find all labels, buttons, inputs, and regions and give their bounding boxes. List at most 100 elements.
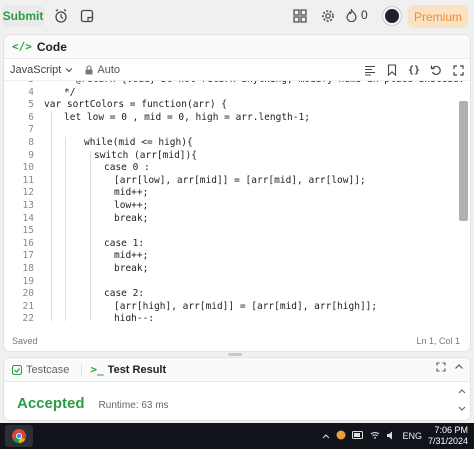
language-select[interactable]: JavaScript — [10, 64, 73, 76]
code-line[interactable]: 17 mid++; — [4, 250, 458, 263]
line-number: 7 — [28, 124, 34, 136]
code-line[interactable]: 9 switch (arr[mid]){ — [4, 150, 458, 163]
code-line[interactable]: 20 case 2: — [4, 288, 458, 301]
code-text: [arr[high], arr[mid]] = [arr[mid], arr[h… — [114, 300, 378, 312]
expand-icon[interactable] — [450, 62, 466, 78]
top-toolbar: Submit 0 Premium — [0, 0, 474, 34]
panel-actions — [436, 362, 464, 375]
panel-resize-handle[interactable] — [228, 353, 242, 356]
line-number: 14 — [22, 212, 34, 224]
line-number: 19 — [22, 275, 34, 287]
leetcode-window: Submit 0 Premium </> Code JavaScript Aut… — [0, 0, 474, 449]
runtime-value: Runtime: 63 ms — [98, 400, 169, 411]
code-status-bar: Saved Ln 1, Col 1 — [4, 331, 470, 351]
tab-divider — [81, 363, 83, 376]
code-line[interactable]: 12 mid++; — [4, 187, 458, 200]
line-number: 11 — [22, 174, 34, 186]
code-text: case 0 : — [104, 162, 150, 174]
submit-button[interactable]: Submit — [2, 5, 44, 27]
code-text: while(mid <= high){ — [84, 137, 193, 148]
code-text: high--; — [114, 313, 155, 321]
saved-status: Saved — [12, 336, 38, 346]
cursor-position: Ln 1, Col 1 — [416, 336, 460, 346]
line-number: 20 — [22, 288, 34, 300]
alarm-clock-icon[interactable] — [50, 6, 72, 26]
battery-icon[interactable] — [352, 431, 364, 441]
avatar[interactable] — [383, 7, 401, 25]
code-line[interactable]: 16 case 1: — [4, 238, 458, 251]
collapse-panel-icon[interactable] — [454, 362, 464, 375]
code-line[interactable]: 15 — [4, 225, 458, 238]
line-number: 21 — [22, 300, 34, 312]
code-text: [arr[low], arr[mid]] = [arr[mid], arr[lo… — [114, 174, 366, 186]
result-scroll-arrows[interactable] — [458, 388, 466, 412]
code-text: case 1: — [104, 237, 145, 249]
reset-icon[interactable] — [428, 62, 444, 78]
code-line[interactable]: 18 break; — [4, 263, 458, 276]
code-line[interactable]: 8 while(mid <= high){ — [4, 137, 458, 150]
chevron-up-icon[interactable] — [322, 431, 330, 441]
line-number: 16 — [22, 237, 34, 249]
code-toolbar: JavaScript Auto {} — [4, 59, 470, 81]
code-text: var sortColors = function(arr) { — [44, 99, 228, 111]
code-line[interactable]: 10 case 0 : — [4, 162, 458, 175]
expand-panel-icon[interactable] — [436, 362, 446, 375]
line-number: 9 — [28, 149, 34, 161]
code-line[interactable]: 19 — [4, 276, 458, 289]
code-line[interactable]: 14 break; — [4, 213, 458, 226]
bookmark-icon[interactable] — [384, 62, 400, 78]
code-line[interactable]: 21 [arr[high], arr[mid]] = [arr[mid], arr… — [4, 301, 458, 314]
code-text: let low = 0 , mid = 0, high = arr.length… — [64, 111, 310, 123]
code-text: break; — [114, 263, 149, 274]
streak-count: 0 — [361, 8, 368, 22]
language-indicator[interactable]: ENG — [402, 431, 422, 441]
line-number: 4 — [28, 86, 34, 98]
editor-actions: {} — [362, 62, 466, 78]
layout-icon[interactable] — [289, 6, 311, 26]
code-text: case 2: — [104, 288, 145, 300]
code-panel: </> Code JavaScript Auto {} 4 */ 5 var s… — [3, 34, 471, 352]
braces-icon[interactable]: {} — [406, 62, 422, 78]
tab-testcase[interactable]: Testcase — [12, 364, 69, 376]
code-line[interactable]: 4 */ — [4, 87, 458, 100]
code-line[interactable]: 13 low++; — [4, 200, 458, 213]
tab-test-result-label: Test Result — [107, 363, 167, 376]
fire-icon — [346, 8, 357, 22]
system-tray: ENG 7:06 PM 7/31/2024 — [322, 423, 468, 449]
format-lines-icon[interactable] — [362, 62, 378, 78]
note-icon[interactable] — [76, 6, 98, 26]
status-accepted: Accepted — [17, 395, 85, 412]
result-summary: Accepted Runtime: 63 ms — [17, 395, 169, 412]
premium-button[interactable]: Premium — [408, 5, 468, 28]
code-icon: </> — [12, 40, 32, 53]
code-text: mid++; — [114, 250, 149, 262]
bottom-tabs: Testcase >_ Test Result — [4, 358, 470, 382]
editor-scrollbar[interactable] — [459, 101, 468, 221]
code-text: break; — [114, 212, 149, 224]
wifi-icon[interactable] — [370, 431, 380, 441]
code-text: switch (arr[mid]){ — [94, 149, 197, 161]
auto-save-indicator: Auto — [85, 64, 120, 76]
code-line[interactable]: 6 let low = 0 , mid = 0, high = arr.lengt… — [4, 112, 458, 125]
clock-time: 7:06 PM — [434, 425, 468, 435]
line-number: 10 — [22, 162, 34, 174]
streak-counter[interactable]: 0 — [346, 8, 368, 22]
line-number: 15 — [22, 225, 34, 237]
test-result-panel: Testcase >_ Test Result Accepted Runtime… — [3, 357, 471, 421]
lock-icon — [85, 64, 93, 74]
line-number: 13 — [22, 200, 34, 211]
taskbar-clock[interactable]: 7:06 PM 7/31/2024 — [428, 425, 468, 447]
code-text: mid++; — [114, 187, 149, 199]
code-line[interactable]: 5 var sortColors = function(arr) { — [4, 99, 458, 112]
speaker-icon[interactable] — [386, 431, 396, 442]
weather-icon[interactable] — [336, 430, 346, 442]
code-line[interactable]: 7 — [4, 124, 458, 137]
code-editor[interactable]: 3* @return {void} Do not return anything… — [4, 81, 470, 321]
line-number: 17 — [22, 250, 34, 262]
code-text: low++; — [114, 200, 149, 211]
code-line[interactable]: 11 [arr[low], arr[mid]] = [arr[mid], arr[… — [4, 175, 458, 188]
code-line[interactable]: 22 high--; — [4, 313, 458, 321]
tab-test-result[interactable]: >_ Test Result — [90, 363, 166, 376]
chrome-icon[interactable] — [5, 425, 33, 447]
gear-icon[interactable] — [317, 6, 339, 26]
